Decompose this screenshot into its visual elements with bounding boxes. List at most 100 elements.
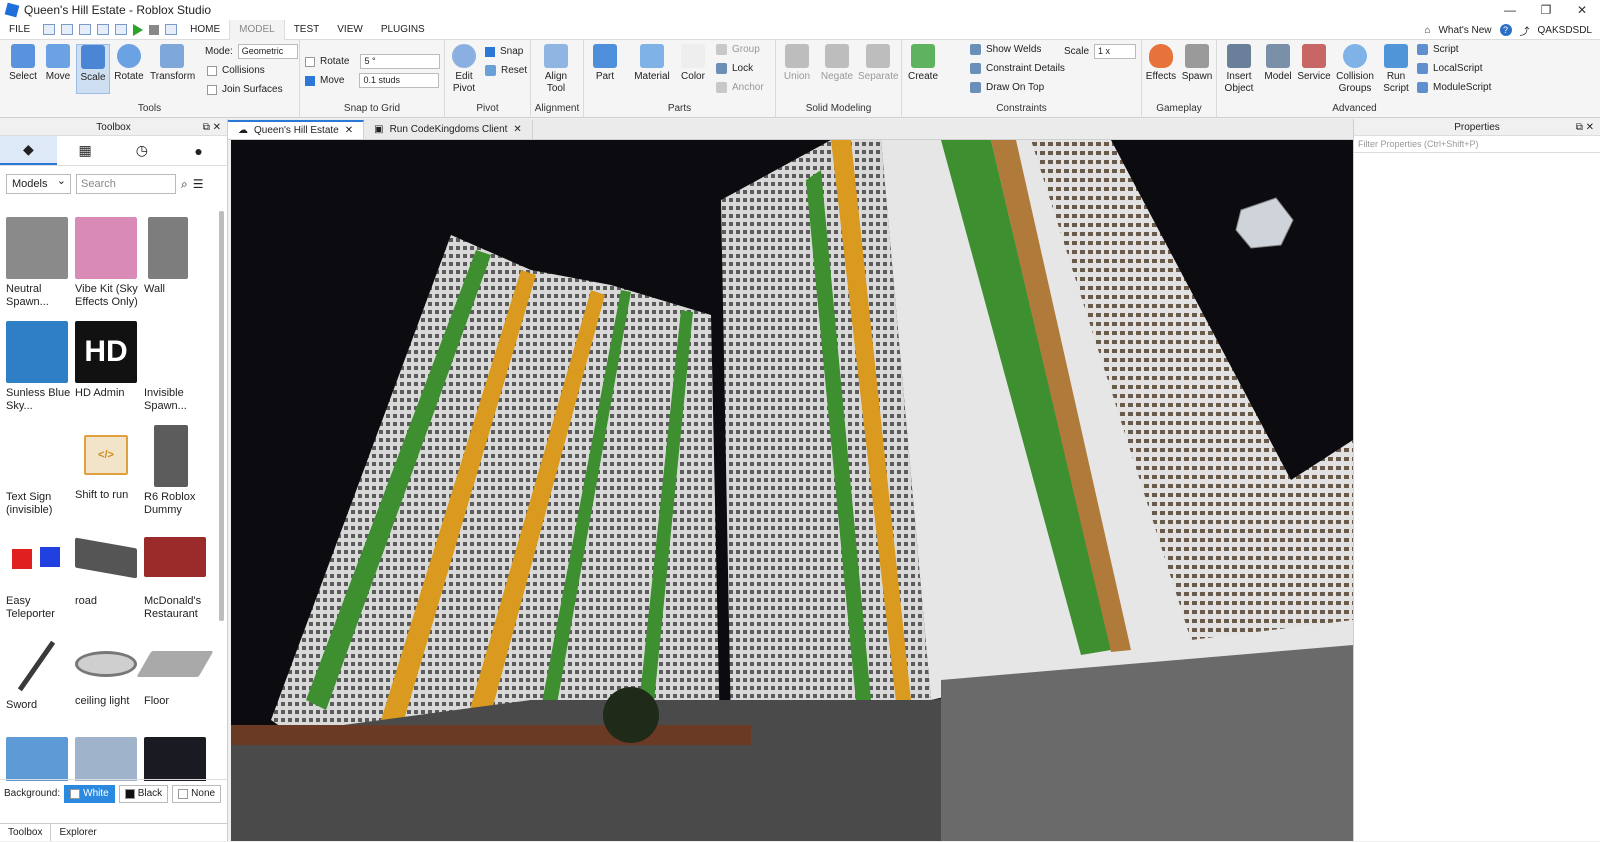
toolbox-scrollbar[interactable] [219,211,224,621]
create-constraint-button[interactable]: Create [906,44,940,83]
bg-white-button[interactable]: White [64,784,115,803]
undo-icon[interactable] [165,24,178,35]
toolbox-item[interactable]: Invisible Spawn... [144,321,210,413]
move-snap-checkbox[interactable] [305,75,315,86]
reset-pivot-button[interactable]: Reset [501,65,527,76]
toolbox-item[interactable] [6,737,72,781]
union-button[interactable]: Union [780,44,814,83]
toolbox-item[interactable]: Neutral Spawn... [6,217,72,309]
draw-on-top-button[interactable]: Draw On Top [986,82,1044,93]
home-icon[interactable]: ⌂ [1424,25,1430,36]
tab-run-codekingdoms[interactable]: ▣ Run CodeKingdoms Client ✕ [364,120,533,139]
collisions-checkbox[interactable] [207,65,217,76]
minimize-button[interactable]: — [1492,0,1528,20]
local-script-button[interactable]: LocalScript [1433,63,1482,74]
toolbox-item[interactable]: R6 Roblox Dummy [144,425,210,517]
service-button[interactable]: Service [1297,44,1331,83]
close-tab-icon[interactable]: ✕ [345,125,353,136]
toolbox-item[interactable]: Vibe Kit (Sky Effects Only) [75,217,141,309]
tab-plugins[interactable]: PLUGINS [372,20,434,40]
properties-filter-input[interactable]: Filter Properties (Ctrl+Shift+P) [1354,136,1600,153]
move-tool-button[interactable]: Move [41,44,75,83]
rotate-increment-field[interactable]: 5 ° [360,54,441,69]
select-tool-button[interactable]: Select [6,44,40,83]
rotate-tool-button[interactable]: Rotate [112,44,146,83]
tab-test[interactable]: TEST [285,20,329,40]
pivot-snap-checkbox[interactable] [485,46,495,57]
toolbox-item[interactable]: ceiling light [75,633,141,708]
color-button[interactable]: Color [676,44,710,83]
join-surfaces-checkbox[interactable] [207,84,217,95]
tab-recent[interactable]: ◷ [114,136,171,165]
tab-creations[interactable]: ● [170,136,227,165]
toolbox-item[interactable]: Text Sign (invisible) [6,425,72,517]
close-tab-icon[interactable]: ✕ [513,124,521,135]
transform-tool-button[interactable]: Transform [150,44,195,83]
toolbox-item[interactable]: McDonald's Restaurant [144,529,210,621]
3d-viewport[interactable] [231,140,1353,841]
help-icon[interactable]: ? [1499,24,1512,36]
move-increment-field[interactable]: 0.1 studs [359,73,440,88]
tab-view[interactable]: VIEW [328,20,372,40]
toolbox-item[interactable]: </> Shift to run [75,425,141,502]
constraint-details-button[interactable]: Constraint Details [986,63,1065,74]
properties-close-icon[interactable]: ⧉ ✕ [1576,119,1594,136]
group-button[interactable]: Group [732,44,760,55]
material-button[interactable]: Material [632,44,672,83]
toolbox-item[interactable]: road [75,529,141,608]
tab-toolbox[interactable]: Toolbox [0,824,52,841]
edit-pivot-button[interactable]: Edit Pivot [447,44,481,95]
anchor-button[interactable]: Anchor [732,82,764,93]
spawn-button[interactable]: Spawn [1180,44,1214,83]
toolbox-item[interactable]: Floor [136,633,214,708]
collision-groups-button[interactable]: Collision Groups [1333,44,1377,95]
toolbox-item[interactable]: HD HD Admin [75,321,141,400]
model-button[interactable]: Model [1261,44,1295,83]
new-file-icon[interactable] [43,24,56,35]
tab-inventory[interactable]: ▦ [57,136,114,165]
lock-button[interactable]: Lock [732,63,753,74]
stop-icon[interactable] [149,24,160,35]
bg-black-button[interactable]: Black [118,784,169,803]
save-icon[interactable] [115,24,128,35]
run-script-button[interactable]: Run Script [1379,44,1413,95]
tab-explorer[interactable]: Explorer [51,824,104,841]
effects-button[interactable]: Effects [1144,44,1178,83]
whats-new-link[interactable]: What's New [1438,25,1491,36]
mode-select[interactable]: Geometric [237,44,298,59]
script-button[interactable]: Script [1433,44,1459,55]
filter-icon[interactable]: ☰ [193,177,204,191]
user-menu[interactable]: QAKSDSDL [1538,25,1592,36]
panel-close-icon[interactable]: ⧉ ✕ [203,119,221,136]
publish-icon[interactable] [97,24,110,35]
tab-marketplace[interactable]: ◆ [0,136,57,165]
open-file-icon[interactable] [61,24,74,35]
close-button[interactable]: ✕ [1564,0,1600,20]
insert-object-button[interactable]: Insert Object [1219,44,1259,95]
toolbox-item[interactable]: Sword [6,633,72,712]
constraint-scale-field[interactable]: 1 x [1094,44,1137,59]
bg-none-button[interactable]: None [172,784,222,803]
scale-tool-button[interactable]: Scale [76,44,110,94]
redo-icon[interactable] [79,24,92,35]
toolbox-item[interactable]: Wall [144,217,210,296]
negate-button[interactable]: Negate [820,44,854,83]
toolbox-item[interactable]: Sunless Blue Sky... [6,321,72,413]
show-welds-button[interactable]: Show Welds [986,44,1041,55]
toolbox-search-input[interactable]: Search [76,174,176,194]
file-menu[interactable]: FILE [0,20,39,40]
toolbox-item[interactable]: Easy Teleporter [6,529,72,621]
module-script-button[interactable]: ModuleScript [1433,82,1491,93]
category-select[interactable]: Models [6,172,71,194]
toolbox-item[interactable] [144,737,210,781]
search-icon[interactable]: ⌕ [181,177,188,192]
share-icon[interactable]: ⤴ [1520,23,1530,38]
align-tool-button[interactable]: Align Tool [539,44,573,95]
separate-button[interactable]: Separate [858,44,899,83]
tab-queens-hill-estate[interactable]: ☁ Queen's Hill Estate ✕ [228,120,365,139]
part-button[interactable]: Part [588,44,622,83]
tab-home[interactable]: HOME [181,20,229,40]
toolbox-item[interactable] [75,737,141,781]
play-icon[interactable] [133,23,144,36]
restore-button[interactable]: ❐ [1528,0,1564,20]
